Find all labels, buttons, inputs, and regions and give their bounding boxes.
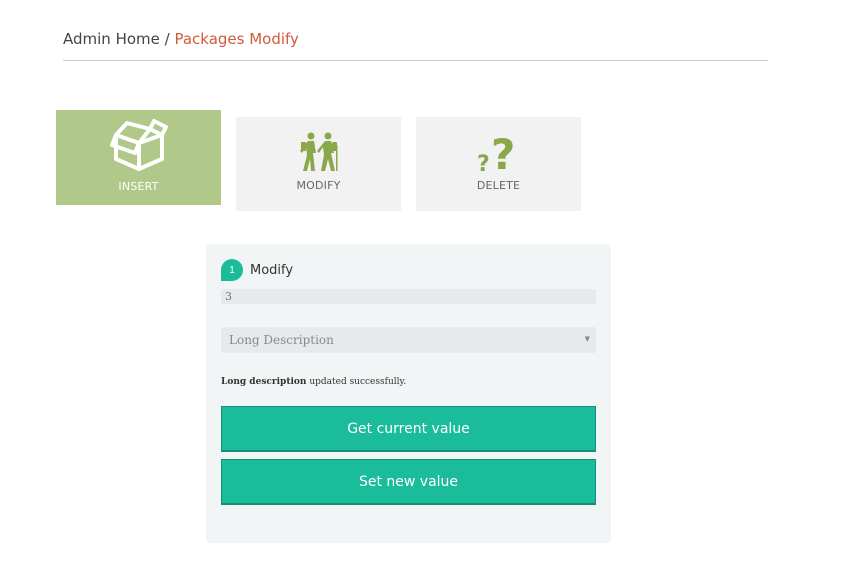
modify-tile-label: MODIFY	[296, 179, 341, 192]
status-text: updated successfully.	[306, 377, 407, 387]
status-field-name: Long description	[221, 377, 307, 387]
insert-tile[interactable]: INSERT	[56, 110, 221, 205]
svg-text:?: ?	[477, 152, 490, 175]
step-header: 1 Modify	[221, 259, 293, 281]
page: Admin Home / Packages Modify INSERT MODI…	[0, 0, 855, 576]
chevron-down-icon: ▼	[584, 335, 590, 343]
question-marks-icon: ? ?	[477, 131, 515, 175]
svg-text:?: ?	[491, 131, 515, 175]
breadcrumb-home-link[interactable]: Admin Home	[63, 30, 160, 48]
field-select[interactable]: Long Description ▼	[221, 327, 596, 353]
step-number-badge: 1	[221, 259, 243, 281]
set-new-value-button[interactable]: Set new value	[221, 459, 596, 505]
insert-tile-label: INSERT	[118, 180, 159, 193]
modify-panel: 1 Modify Long Description ▼ Long descrip…	[206, 244, 611, 543]
open-box-icon	[109, 119, 168, 171]
field-select-value: Long Description	[229, 333, 334, 347]
hikers-icon	[299, 132, 337, 171]
step-title: Modify	[250, 262, 294, 278]
delete-tile[interactable]: ? ? DELETE	[416, 117, 581, 211]
header-divider	[63, 60, 768, 61]
get-current-value-button[interactable]: Get current value	[221, 406, 596, 452]
breadcrumb: Admin Home / Packages Modify	[63, 30, 299, 48]
delete-tile-label: DELETE	[476, 179, 521, 192]
breadcrumb-current: Packages Modify	[174, 30, 299, 48]
modify-tile[interactable]: MODIFY	[236, 117, 401, 211]
package-id-input[interactable]	[221, 289, 596, 304]
breadcrumb-separator: /	[159, 30, 175, 48]
status-message: Long description updated successfully.	[221, 377, 406, 387]
